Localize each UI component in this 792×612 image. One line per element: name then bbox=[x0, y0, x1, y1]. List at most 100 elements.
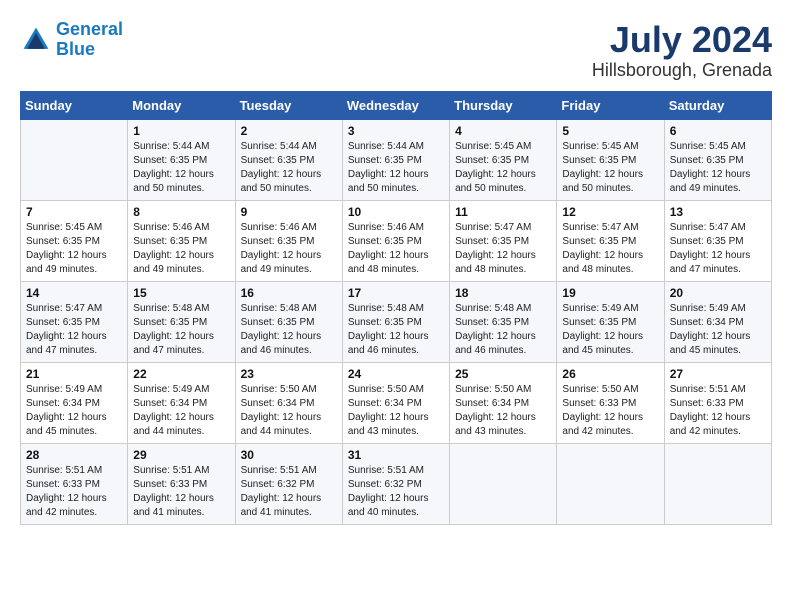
day-number: 5 bbox=[562, 124, 658, 138]
title-block: July 2024 Hillsborough, Grenada bbox=[592, 20, 772, 81]
day-info: Sunrise: 5:51 AMSunset: 6:33 PMDaylight:… bbox=[26, 464, 122, 520]
logo-line2: Blue bbox=[56, 39, 95, 59]
calendar-week-row: 7Sunrise: 5:45 AMSunset: 6:35 PMDaylight… bbox=[21, 200, 772, 281]
calendar-cell: 17Sunrise: 5:48 AMSunset: 6:35 PMDayligh… bbox=[342, 281, 449, 362]
day-of-week-header: Sunday bbox=[21, 91, 128, 119]
day-number: 31 bbox=[348, 448, 444, 462]
days-of-week-row: SundayMondayTuesdayWednesdayThursdayFrid… bbox=[21, 91, 772, 119]
day-info: Sunrise: 5:50 AMSunset: 6:34 PMDaylight:… bbox=[241, 383, 337, 439]
calendar-cell: 12 Sunrise: 5:47 AMSunset: 6:35 PMDayligh… bbox=[557, 200, 664, 281]
day-info: Sunrise: 5:45 AMSunset: 6:35 PMDaylight:… bbox=[670, 140, 766, 196]
calendar-cell: 21Sunrise: 5:49 AMSunset: 6:34 PMDayligh… bbox=[21, 362, 128, 443]
day-info: Sunrise: 5:46 AMSunset: 6:35 PMDaylight:… bbox=[348, 221, 444, 277]
day-number: 25 bbox=[455, 367, 551, 381]
day-number: 23 bbox=[241, 367, 337, 381]
calendar-cell: 2Sunrise: 5:44 AMSunset: 6:35 PMDaylight… bbox=[235, 119, 342, 200]
day-number: 19 bbox=[562, 286, 658, 300]
month-year: July 2024 bbox=[592, 20, 772, 60]
calendar-week-row: 14 Sunrise: 5:47 AMSunset: 6:35 PMDayligh… bbox=[21, 281, 772, 362]
day-number: 15 bbox=[133, 286, 229, 300]
day-info: Sunrise: 5:47 AMSunset: 6:35 PMDaylight:… bbox=[562, 221, 658, 277]
day-number: 26 bbox=[562, 367, 658, 381]
day-info: Sunrise: 5:45 AMSunset: 6:35 PMDaylight:… bbox=[562, 140, 658, 196]
calendar-cell: 9Sunrise: 5:46 AMSunset: 6:35 PMDaylight… bbox=[235, 200, 342, 281]
calendar-cell: 4 Sunrise: 5:45 AMSunset: 6:35 PMDaylight… bbox=[450, 119, 557, 200]
calendar-cell: 18Sunrise: 5:48 AMSunset: 6:35 PMDayligh… bbox=[450, 281, 557, 362]
day-info: Sunrise: 5:51 AMSunset: 6:32 PMDaylight:… bbox=[241, 464, 337, 520]
day-number: 12 bbox=[562, 205, 658, 219]
calendar-cell: 31 Sunrise: 5:51 AMSunset: 6:32 PMDayligh… bbox=[342, 443, 449, 524]
calendar-cell: 10 Sunrise: 5:46 AMSunset: 6:35 PMDayligh… bbox=[342, 200, 449, 281]
logo-text: General Blue bbox=[56, 20, 123, 60]
calendar-cell bbox=[21, 119, 128, 200]
day-number: 29 bbox=[133, 448, 229, 462]
calendar-cell: 16 Sunrise: 5:48 AMSunset: 6:35 PMDayligh… bbox=[235, 281, 342, 362]
day-info: Sunrise: 5:46 AMSunset: 6:35 PMDaylight:… bbox=[133, 221, 229, 277]
page-header: General Blue July 2024 Hillsborough, Gre… bbox=[20, 20, 772, 81]
day-number: 13 bbox=[670, 205, 766, 219]
calendar-cell: 23 Sunrise: 5:50 AMSunset: 6:34 PMDayligh… bbox=[235, 362, 342, 443]
calendar-cell: 11 Sunrise: 5:47 AMSunset: 6:35 PMDayligh… bbox=[450, 200, 557, 281]
calendar-cell: 29 Sunrise: 5:51 AMSunset: 6:33 PMDayligh… bbox=[128, 443, 235, 524]
day-number: 3 bbox=[348, 124, 444, 138]
day-info: Sunrise: 5:48 AMSunset: 6:35 PMDaylight:… bbox=[241, 302, 337, 358]
calendar-cell: 22 Sunrise: 5:49 AMSunset: 6:34 PMDayligh… bbox=[128, 362, 235, 443]
calendar-cell: 6 Sunrise: 5:45 AMSunset: 6:35 PMDaylight… bbox=[664, 119, 771, 200]
calendar-cell: 26 Sunrise: 5:50 AMSunset: 6:33 PMDayligh… bbox=[557, 362, 664, 443]
day-number: 9 bbox=[241, 205, 337, 219]
day-of-week-header: Tuesday bbox=[235, 91, 342, 119]
day-number: 14 bbox=[26, 286, 122, 300]
day-number: 22 bbox=[133, 367, 229, 381]
calendar-cell: 20Sunrise: 5:49 AMSunset: 6:34 PMDayligh… bbox=[664, 281, 771, 362]
logo: General Blue bbox=[20, 20, 123, 60]
calendar-cell: 7Sunrise: 5:45 AMSunset: 6:35 PMDaylight… bbox=[21, 200, 128, 281]
day-number: 16 bbox=[241, 286, 337, 300]
day-info: Sunrise: 5:45 AMSunset: 6:35 PMDaylight:… bbox=[455, 140, 551, 196]
calendar-cell: 24 Sunrise: 5:50 AMSunset: 6:34 PMDayligh… bbox=[342, 362, 449, 443]
day-of-week-header: Friday bbox=[557, 91, 664, 119]
day-info: Sunrise: 5:49 AMSunset: 6:34 PMDaylight:… bbox=[133, 383, 229, 439]
calendar-week-row: 21 Sunrise: 5:49 AMSunset: 6:34 PMDayligh… bbox=[21, 362, 772, 443]
day-number: 10 bbox=[348, 205, 444, 219]
day-info: Sunrise: 5:47 AMSunset: 6:35 PMDaylight:… bbox=[670, 221, 766, 277]
day-number: 24 bbox=[348, 367, 444, 381]
calendar-body: 1 Sunrise: 5:44 AMSunset: 6:35 PMDaylight… bbox=[21, 119, 772, 524]
calendar-cell: 1Sunrise: 5:44 AMSunset: 6:35 PMDaylight… bbox=[128, 119, 235, 200]
day-info: Sunrise: 5:48 AMSunset: 6:35 PMDaylight:… bbox=[133, 302, 229, 358]
logo-icon bbox=[20, 24, 52, 56]
day-number: 1 bbox=[133, 124, 229, 138]
day-number: 11 bbox=[455, 205, 551, 219]
day-info: Sunrise: 5:51 AMSunset: 6:32 PMDaylight:… bbox=[348, 464, 444, 520]
day-info: Sunrise: 5:49 AMSunset: 6:34 PMDaylight:… bbox=[670, 302, 766, 358]
day-number: 18 bbox=[455, 286, 551, 300]
day-info: Sunrise: 5:44 AMSunset: 6:35 PMDaylight:… bbox=[241, 140, 337, 196]
calendar-cell: 30Sunrise: 5:51 AMSunset: 6:32 PMDayligh… bbox=[235, 443, 342, 524]
day-info: Sunrise: 5:49 AMSunset: 6:35 PMDaylight:… bbox=[562, 302, 658, 358]
day-info: Sunrise: 5:50 AMSunset: 6:34 PMDaylight:… bbox=[455, 383, 551, 439]
day-of-week-header: Wednesday bbox=[342, 91, 449, 119]
day-number: 28 bbox=[26, 448, 122, 462]
calendar-table: SundayMondayTuesdayWednesdayThursdayFrid… bbox=[20, 91, 772, 525]
day-info: Sunrise: 5:47 AMSunset: 6:35 PMDaylight:… bbox=[26, 302, 122, 358]
calendar-cell: 13 Sunrise: 5:47 AMSunset: 6:35 PMDayligh… bbox=[664, 200, 771, 281]
day-number: 7 bbox=[26, 205, 122, 219]
day-info: Sunrise: 5:47 AMSunset: 6:35 PMDaylight:… bbox=[455, 221, 551, 277]
calendar-cell: 19 Sunrise: 5:49 AMSunset: 6:35 PMDayligh… bbox=[557, 281, 664, 362]
calendar-cell: 3Sunrise: 5:44 AMSunset: 6:35 PMDaylight… bbox=[342, 119, 449, 200]
calendar-cell: 15 Sunrise: 5:48 AMSunset: 6:35 PMDayligh… bbox=[128, 281, 235, 362]
day-number: 8 bbox=[133, 205, 229, 219]
day-info: Sunrise: 5:50 AMSunset: 6:34 PMDaylight:… bbox=[348, 383, 444, 439]
calendar-cell: 14 Sunrise: 5:47 AMSunset: 6:35 PMDayligh… bbox=[21, 281, 128, 362]
calendar-cell: 8 Sunrise: 5:46 AMSunset: 6:35 PMDaylight… bbox=[128, 200, 235, 281]
day-number: 4 bbox=[455, 124, 551, 138]
day-number: 17 bbox=[348, 286, 444, 300]
day-info: Sunrise: 5:51 AMSunset: 6:33 PMDaylight:… bbox=[133, 464, 229, 520]
calendar-cell: 5 Sunrise: 5:45 AMSunset: 6:35 PMDaylight… bbox=[557, 119, 664, 200]
calendar-cell bbox=[450, 443, 557, 524]
day-number: 6 bbox=[670, 124, 766, 138]
day-number: 21 bbox=[26, 367, 122, 381]
day-of-week-header: Monday bbox=[128, 91, 235, 119]
calendar-week-row: 1 Sunrise: 5:44 AMSunset: 6:35 PMDaylight… bbox=[21, 119, 772, 200]
day-of-week-header: Thursday bbox=[450, 91, 557, 119]
day-info: Sunrise: 5:50 AMSunset: 6:33 PMDaylight:… bbox=[562, 383, 658, 439]
